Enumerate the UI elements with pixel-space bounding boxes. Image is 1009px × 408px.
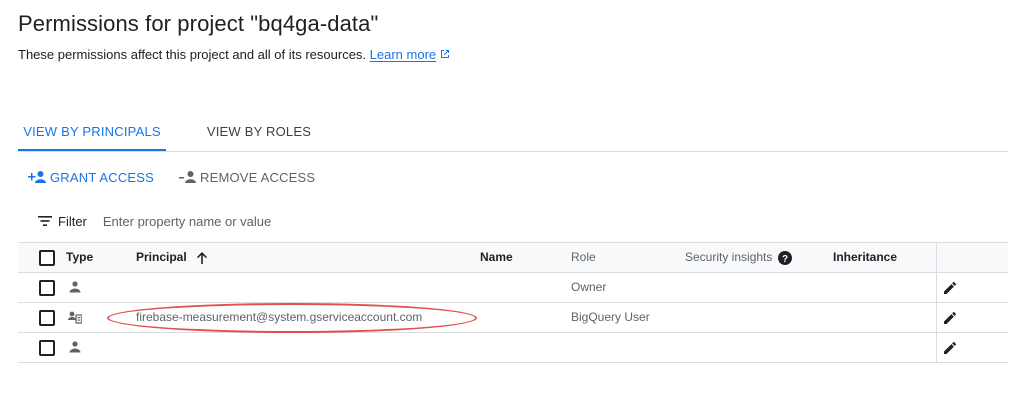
subtitle-text: These permissions affect this project an… (18, 47, 367, 62)
tab-view-by-principals[interactable]: VIEW BY PRINCIPALS (18, 113, 166, 151)
external-link-icon (441, 50, 450, 58)
svg-text:?: ? (782, 254, 788, 265)
column-divider (936, 243, 937, 272)
add-person-icon (28, 171, 46, 183)
security-insights-label: Security insights (685, 250, 773, 264)
edit-pencil-icon[interactable] (942, 340, 958, 356)
grant-access-label: GRANT ACCESS (50, 169, 155, 185)
person-icon (69, 281, 81, 293)
column-divider (936, 333, 937, 362)
service-account-icon (68, 311, 82, 324)
table-row: Owner (18, 273, 1008, 303)
remove-access-label: REMOVE ACCESS (200, 169, 316, 185)
column-header-principal[interactable]: Principal (136, 243, 209, 272)
principal-cell: firebase-measurement@system.gserviceacco… (136, 310, 423, 324)
edit-pencil-icon[interactable] (942, 310, 958, 326)
page-subtitle: These permissions affect this project an… (18, 47, 451, 62)
row-checkbox[interactable] (39, 310, 55, 326)
help-icon[interactable]: ? (778, 250, 793, 265)
filter-bar: Filter (38, 211, 998, 231)
row-checkbox[interactable] (39, 340, 55, 356)
learn-more-link[interactable]: Learn more (370, 47, 451, 62)
column-header-type[interactable]: Type (66, 243, 93, 272)
page-title: Permissions for project "bq4ga-data" (18, 11, 379, 36)
table-header-row: Type Principal Name Role Security insigh… (18, 243, 1008, 273)
row-checkbox[interactable] (39, 280, 55, 296)
person-icon (69, 341, 81, 353)
remove-access-button[interactable]: REMOVE ACCESS (178, 168, 315, 186)
filter-label: Filter (58, 213, 87, 229)
remove-person-icon (179, 171, 196, 183)
table-row (18, 333, 1008, 363)
view-tabs: VIEW BY PRINCIPALS VIEW BY ROLES (18, 113, 1008, 152)
permissions-table: Type Principal Name Role Security insigh… (18, 242, 1008, 363)
tab-view-by-roles[interactable]: VIEW BY ROLES (184, 113, 334, 151)
column-header-inheritance[interactable]: Inheritance (833, 243, 897, 272)
edit-pencil-icon[interactable] (942, 280, 958, 296)
filter-icon (38, 216, 52, 226)
principal-header-label: Principal (136, 250, 187, 264)
sort-ascending-icon (196, 251, 207, 264)
column-divider (936, 303, 937, 332)
filter-input[interactable] (100, 212, 505, 230)
table-row: firebase-measurement@system.gserviceacco… (18, 303, 1008, 333)
column-header-name[interactable]: Name (480, 243, 513, 272)
select-all-checkbox[interactable] (39, 250, 55, 266)
role-cell: BigQuery User (571, 310, 650, 324)
column-divider (936, 273, 937, 302)
learn-more-label: Learn more (369, 47, 437, 62)
role-cell: Owner (571, 280, 607, 294)
column-header-security-insights[interactable]: Security insights ? (685, 243, 793, 272)
permissions-page: Permissions for project "bq4ga-data" The… (0, 0, 1009, 408)
grant-access-button[interactable]: GRANT ACCESS (28, 168, 154, 186)
column-header-role[interactable]: Role (571, 243, 596, 272)
